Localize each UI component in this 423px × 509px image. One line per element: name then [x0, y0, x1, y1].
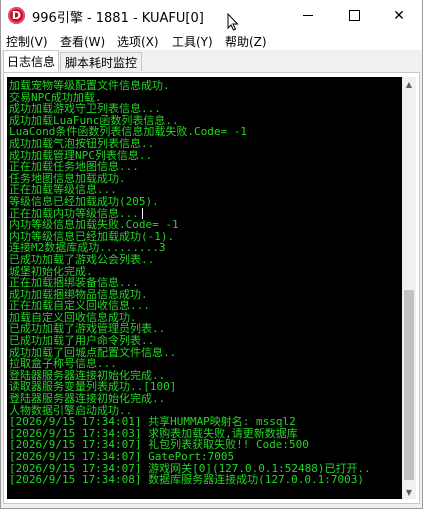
- log-line: 连接M2数据库成功.........3: [9, 242, 166, 254]
- log-line: 登陆器服务器连接初始化完成..: [9, 369, 166, 382]
- close-button[interactable]: ✕: [376, 0, 422, 31]
- log-line: 正在加载任务地图信息...: [9, 161, 139, 173]
- log-line: 成功加载了回城点配置文件信息..: [9, 346, 177, 359]
- log-line: 交易NPC成功加载.: [9, 91, 102, 104]
- log-line: 成功加载捆绑物品信息成功.: [9, 288, 148, 301]
- log-line: 正在加载等级信息...: [9, 184, 117, 196]
- vertical-scrollbar[interactable]: ▲ ▼: [402, 77, 416, 499]
- tab-script-timing[interactable]: 脚本耗时监控: [60, 52, 142, 71]
- log-line: [2026/9/15 17:34:03] 求购表加载失败,请更新数据库: [9, 427, 298, 440]
- app-logo-icon[interactable]: D: [8, 7, 25, 24]
- scroll-down-arrow-icon[interactable]: ▼: [402, 485, 416, 499]
- log-line: 拉取盒子称号信息...: [9, 358, 117, 370]
- window-title: 996引擎 - 1881 - KUAFU[0]: [32, 11, 204, 26]
- menu-tools[interactable]: 工具(Y): [172, 33, 213, 50]
- log-lines: 加载宠物等级配置文件信息成功. 交易NPC成功加载. 成功加载游戏守卫列表信息...…: [9, 80, 401, 486]
- log-line: 已成功加载了游戏公会列表..: [9, 253, 155, 266]
- menu-control[interactable]: 控制(V): [6, 33, 48, 50]
- menu-view[interactable]: 查看(W): [60, 33, 105, 50]
- log-line: 已成功加载了用户命令列表..: [9, 335, 155, 347]
- minimize-icon: [303, 15, 313, 16]
- tab-log-info[interactable]: 日志信息: [3, 50, 59, 72]
- log-line: 成功加载LuaFunc函数列表信息..: [9, 114, 179, 127]
- log-line: [2026/9/15 17:34:08] 数据库服务器连接成功(127.0.0.…: [9, 474, 365, 486]
- log-line: 登陆器服务器连接初始化完成..: [9, 393, 166, 405]
- tab-strip: 日志信息 脚本耗时监控: [1, 50, 422, 73]
- log-line: 已成功加载了游戏管理员列表..: [9, 323, 166, 336]
- log-line: 加载自定义回收信息成功.: [9, 311, 137, 324]
- log-line: LuaCond条件函数列表信息加载失败.Code= -1: [9, 126, 247, 138]
- log-line: [2026/9/15 17:34:07] GatePort:7005: [9, 451, 235, 463]
- scrollbar-thumb[interactable]: [404, 290, 414, 480]
- log-line: 等级信息已经加载成功(205).: [9, 195, 159, 208]
- log-line: 正在加载捆绑装备信息...: [9, 277, 139, 289]
- log-line: 城堡初始化完成.: [9, 265, 93, 278]
- minimize-button[interactable]: [285, 0, 331, 31]
- log-line: 任务地图信息加载成功.: [9, 172, 126, 185]
- log-line: 内功等级信息已经加载成功(-1).: [9, 230, 175, 243]
- menu-help[interactable]: 帮助(Z): [225, 33, 267, 50]
- menu-options[interactable]: 选项(X): [117, 33, 159, 50]
- log-line: 内功等级信息加载失败.Code= -1: [9, 219, 179, 231]
- log-line: [2026/9/15 17:34:07] 游戏网关[0](127.0.0.1:5…: [9, 462, 371, 475]
- log-line: 人物数据引擎启动成功..: [9, 404, 133, 417]
- log-line: 成功加载气泡按钮列表信息..: [9, 137, 155, 150]
- log-console[interactable]: 加载宠物等级配置文件信息成功. 交易NPC成功加载. 成功加载游戏守卫列表信息...…: [7, 77, 402, 499]
- title-bar[interactable]: D 996引擎 - 1881 - KUAFU[0] ✕: [1, 0, 422, 31]
- text-caret: [141, 207, 143, 219]
- maximize-button[interactable]: [331, 0, 377, 31]
- log-line: 成功加载管理NPC列表信息..: [9, 149, 153, 162]
- close-icon: ✕: [393, 7, 405, 24]
- log-line: 加载宠物等级配置文件信息成功.: [9, 80, 170, 92]
- log-line: 正在加载自定义回收信息...: [9, 300, 150, 312]
- scroll-up-arrow-icon[interactable]: ▲: [402, 77, 416, 91]
- menu-bar: 控制(V) 查看(W) 选项(X) 工具(Y) 帮助(Z): [1, 31, 422, 50]
- maximize-icon: [348, 10, 360, 21]
- mouse-cursor-icon: [227, 13, 239, 31]
- log-line: [2026/9/15 17:34:01] 共享HUMMAP映射名: mssql2: [9, 416, 296, 428]
- log-line: 正在加载内功等级信息...: [9, 207, 401, 220]
- app-window: D 996引擎 - 1881 - KUAFU[0] ✕ 控制(V) 查看(W) …: [0, 0, 423, 509]
- log-line: 成功加载游戏守卫列表信息...: [9, 103, 161, 115]
- log-line: [2026/9/15 17:34:07] 礼包列表获取失败!! Code:500: [9, 439, 309, 451]
- log-line: 读取器服务变量列表成功..[100]: [9, 381, 177, 394]
- tab-panel: 加载宠物等级配置文件信息成功. 交易NPC成功加载. 成功加载游戏守卫列表信息...…: [3, 72, 420, 504]
